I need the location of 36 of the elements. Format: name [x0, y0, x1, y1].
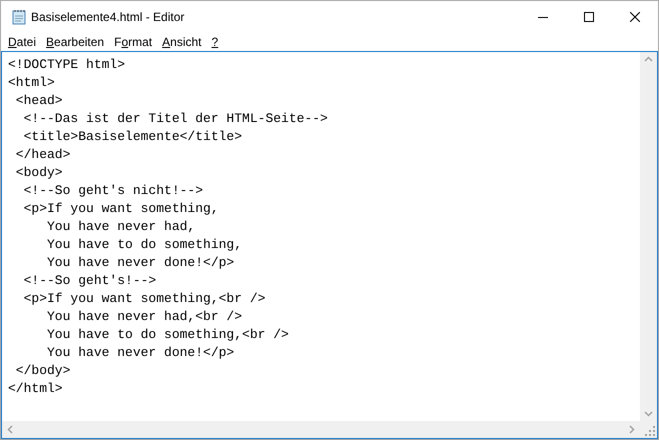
code-line: You have never had, — [46, 218, 196, 236]
code-line: <head> — [14, 92, 63, 110]
scroll-right-icon — [629, 425, 635, 434]
code-line: </html> — [8, 380, 63, 398]
code-line: You have to do something,<br /> — [46, 326, 289, 344]
code-line: You have never done!</p> — [46, 344, 234, 362]
resize-grip-icon — [645, 426, 655, 436]
close-icon — [630, 12, 640, 22]
menu-item[interactable]: Ansicht — [157, 32, 206, 50]
code-line: <p>If you want something, — [22, 200, 219, 218]
code-line: <title>Basiselemente</title> — [22, 128, 242, 146]
scroll-left-icon — [7, 425, 13, 434]
scroll-up-icon — [644, 56, 653, 62]
code-line: You have never done!</p> — [46, 254, 234, 272]
text-editor[interactable] — [1, 51, 658, 439]
scroll-down-icon — [644, 411, 653, 417]
window-title: Basiselemente4.html - Editor — [31, 8, 184, 26]
menu-item[interactable]: ? — [206, 32, 224, 50]
code-line: You have to do something, — [46, 236, 242, 254]
code-line: </head> — [14, 146, 70, 164]
menu-item[interactable]: Format — [109, 32, 158, 50]
horizontal-scrollbar[interactable] — [2, 421, 640, 438]
code-line: <!DOCTYPE html> — [8, 56, 126, 74]
vertical-scrollbar[interactable] — [640, 52, 657, 421]
maximize-icon — [584, 12, 594, 22]
code-line: <body> — [14, 164, 63, 182]
code-line: <p>If you want something,<br /> — [22, 290, 266, 308]
notepad-icon — [10, 8, 27, 25]
code-line: <!--Das ist der Titel der HTML-Seite--> — [22, 110, 328, 128]
code-line: </body> — [14, 362, 70, 380]
menu-item[interactable]: Datei — [3, 32, 42, 50]
code-line: <html> — [8, 74, 55, 92]
code-line: <!--So geht's!--> — [22, 272, 156, 290]
code-line: <!--So geht's nicht!--> — [22, 182, 204, 200]
code-line: You have never had,<br /> — [46, 308, 242, 326]
menu-item[interactable]: Bearbeiten — [41, 32, 110, 50]
